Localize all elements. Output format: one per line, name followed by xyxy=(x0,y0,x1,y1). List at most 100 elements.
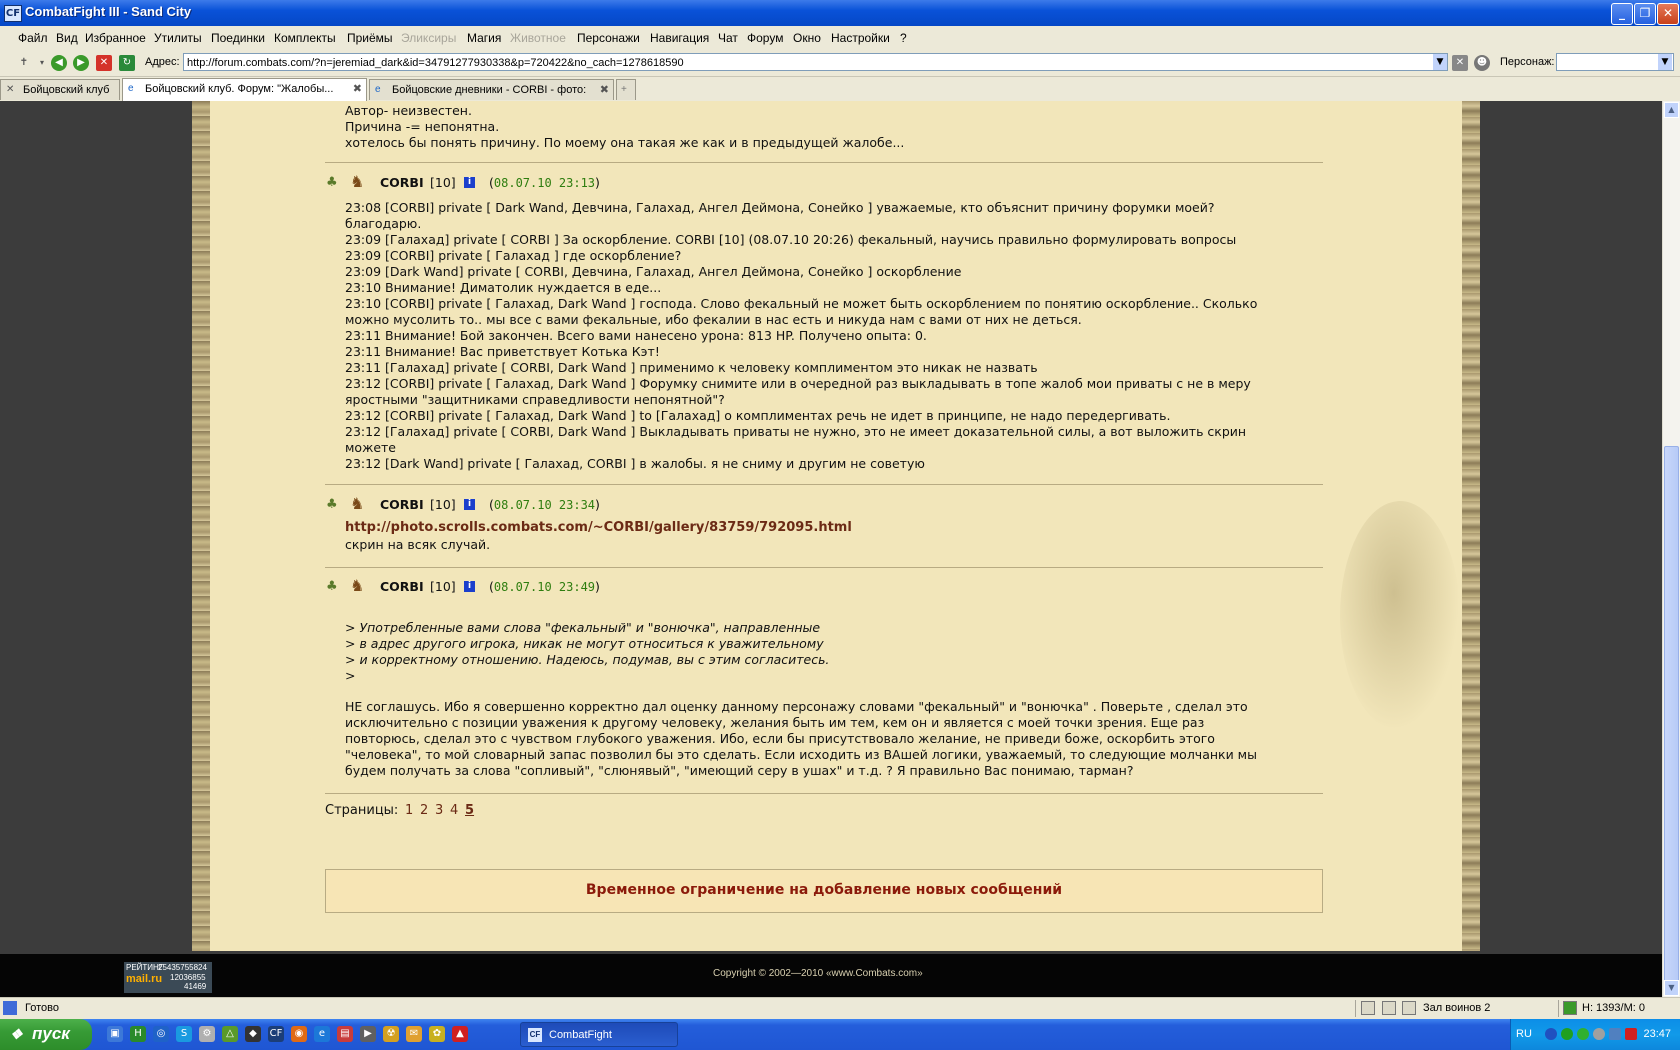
page-link-4[interactable]: 4 xyxy=(450,803,458,818)
dropdown-arrow-icon[interactable]: ▾ xyxy=(34,55,50,71)
divider xyxy=(1558,1000,1559,1017)
tray-icq-icon[interactable] xyxy=(1577,1028,1589,1040)
alignment-icon[interactable]: ♞ xyxy=(350,495,374,513)
menu-sets[interactable]: Комплекты xyxy=(274,31,336,45)
tab-close-icon[interactable]: ✖ xyxy=(353,82,362,95)
address-input[interactable]: http://forum.combats.com/?n=jeremiad_dar… xyxy=(183,53,1448,71)
post-author[interactable]: CORBI xyxy=(380,579,424,594)
vertical-scrollbar[interactable]: ▲ ▼ xyxy=(1662,101,1680,997)
tray-monitor-icon[interactable] xyxy=(1609,1028,1621,1040)
radiation-icon[interactable]: ☢ xyxy=(383,1026,399,1042)
page-link-1[interactable]: 1 xyxy=(405,803,413,818)
network-icon[interactable]: ◎ xyxy=(153,1026,169,1042)
scroll-thumb[interactable] xyxy=(1664,446,1679,986)
tab-diaries[interactable]: e Бойцовские дневники - CORBI - фото: ✖ xyxy=(369,79,614,100)
menu-chat[interactable]: Чат xyxy=(718,31,738,45)
menu-techniques[interactable]: Приёмы xyxy=(347,31,393,45)
persona-select[interactable]: ▼ xyxy=(1556,53,1674,71)
combatfight-icon[interactable]: CF xyxy=(268,1026,284,1042)
clan-icon[interactable]: ♣ xyxy=(326,175,344,191)
post-text-line: 23:09 [Dark Wand] private [ CORBI, Девчи… xyxy=(345,264,962,279)
chat-icon[interactable]: ✿ xyxy=(429,1026,445,1042)
post-author[interactable]: CORBI xyxy=(380,497,424,512)
ie-icon[interactable]: e xyxy=(314,1026,330,1042)
mailru-counter[interactable]: РЕЙТИНГ 25435755824 mail.ru 12036855 414… xyxy=(124,962,212,993)
tray-network-icon[interactable] xyxy=(1561,1028,1573,1040)
refresh-icon[interactable]: ↻ xyxy=(119,55,135,71)
scroll-down-icon[interactable]: ▼ xyxy=(1664,980,1679,996)
menu-favorites[interactable]: Избранное xyxy=(85,31,146,45)
persona-dropdown-icon[interactable]: ▼ xyxy=(1658,54,1672,70)
tab-forum[interactable]: e Бойцовский клуб. Форум: "Жалобы... ✖ xyxy=(122,78,367,101)
start-button[interactable]: ❖ пуск xyxy=(0,1019,92,1050)
menu-view[interactable]: Вид xyxy=(56,31,78,45)
tab-fight-club[interactable]: ✕ Бойцовский клуб xyxy=(0,79,120,100)
pin-icon[interactable]: ✝ xyxy=(16,55,32,71)
taskbar-window-combatfight[interactable]: CF CombatFight xyxy=(520,1022,678,1047)
post-text-line: будем получать за слова "сопливый", "слю… xyxy=(345,763,1134,778)
post-divider xyxy=(325,567,1323,568)
taskbar-window-label: CombatFight xyxy=(549,1029,612,1041)
minimize-button[interactable]: _ xyxy=(1611,3,1633,25)
menu-window[interactable]: Окно xyxy=(793,31,821,45)
tray-arrow-icon[interactable] xyxy=(1545,1028,1557,1040)
clear-address-icon[interactable]: ✕ xyxy=(1452,55,1468,71)
menu-characters[interactable]: Персонажи xyxy=(577,31,640,45)
menu-magic[interactable]: Магия xyxy=(467,31,501,45)
menu-help[interactable]: ? xyxy=(900,31,907,45)
tool-icon[interactable]: ⚙ xyxy=(199,1026,215,1042)
firefox-icon[interactable]: ◉ xyxy=(291,1026,307,1042)
alignment-icon[interactable]: ♞ xyxy=(350,577,374,595)
clan-icon[interactable]: ♣ xyxy=(326,497,344,513)
warning-icon[interactable]: △ xyxy=(222,1026,238,1042)
menu-forum[interactable]: Форум xyxy=(747,31,783,45)
address-dropdown-icon[interactable]: ▼ xyxy=(1433,54,1447,70)
info-icon[interactable]: i xyxy=(464,177,475,188)
page-link-5-current[interactable]: 5 xyxy=(465,803,474,818)
inventory-icon[interactable] xyxy=(1402,1001,1416,1015)
skype-icon[interactable]: S xyxy=(176,1026,192,1042)
refresh-small-icon[interactable] xyxy=(1563,1001,1577,1015)
info-icon[interactable]: i xyxy=(464,499,475,510)
tab-close-icon[interactable]: ✖ xyxy=(600,83,609,96)
forward-icon[interactable]: ▶ xyxy=(73,55,89,71)
menu-utilities[interactable]: Утилиты xyxy=(154,31,202,45)
scroll-up-icon[interactable]: ▲ xyxy=(1664,102,1679,118)
app-h-icon[interactable]: H xyxy=(130,1026,146,1042)
menu-navigation[interactable]: Навигация xyxy=(650,31,709,45)
post-author[interactable]: CORBI xyxy=(380,175,424,190)
antivirus-icon[interactable]: ▲ xyxy=(452,1026,468,1042)
gallery-link[interactable]: http://photo.scrolls.combats.com/~CORBI/… xyxy=(345,520,852,535)
show-desktop-icon[interactable]: ▣ xyxy=(107,1026,123,1042)
clock-icon[interactable] xyxy=(1361,1001,1375,1015)
page-link-2[interactable]: 2 xyxy=(420,803,428,818)
tray-antivirus-icon[interactable] xyxy=(1625,1028,1637,1040)
clock[interactable]: 23:47 xyxy=(1643,1028,1671,1040)
archive-icon[interactable]: ▤ xyxy=(337,1026,353,1042)
page-link-3[interactable]: 3 xyxy=(435,803,443,818)
menu-file[interactable]: Файл xyxy=(18,31,48,45)
menu-elixirs[interactable]: Эликсиры xyxy=(401,31,456,45)
menu-animal[interactable]: Животное xyxy=(510,31,566,45)
media-icon[interactable]: ▶ xyxy=(360,1026,376,1042)
back-icon[interactable]: ◀ xyxy=(51,55,67,71)
app-icon: CF xyxy=(4,5,22,22)
stop-icon[interactable]: ✕ xyxy=(96,55,112,71)
info-icon[interactable]: i xyxy=(464,581,475,592)
menu-settings[interactable]: Настройки xyxy=(831,31,890,45)
mail-icon[interactable]: ✉ xyxy=(406,1026,422,1042)
language-indicator[interactable]: RU xyxy=(1516,1028,1532,1040)
book-icon[interactable] xyxy=(1382,1001,1396,1015)
page-footer: РЕЙТИНГ 25435755824 mail.ru 12036855 414… xyxy=(0,954,1662,997)
alignment-icon[interactable]: ♞ xyxy=(350,173,374,191)
menu-duels[interactable]: Поединки xyxy=(211,31,265,45)
address-label: Адрес: xyxy=(145,56,180,68)
new-tab-button[interactable]: + xyxy=(616,79,636,100)
close-button[interactable]: ✕ xyxy=(1657,3,1679,25)
app-dark-icon[interactable]: ◆ xyxy=(245,1026,261,1042)
pagination: Страницы: 1 2 3 4 5 xyxy=(325,803,474,818)
clan-icon[interactable]: ♣ xyxy=(326,579,344,595)
users-icon[interactable]: ☻ xyxy=(1474,55,1490,71)
maximize-button[interactable]: ❐ xyxy=(1634,3,1656,25)
tray-sound-icon[interactable] xyxy=(1593,1028,1605,1040)
